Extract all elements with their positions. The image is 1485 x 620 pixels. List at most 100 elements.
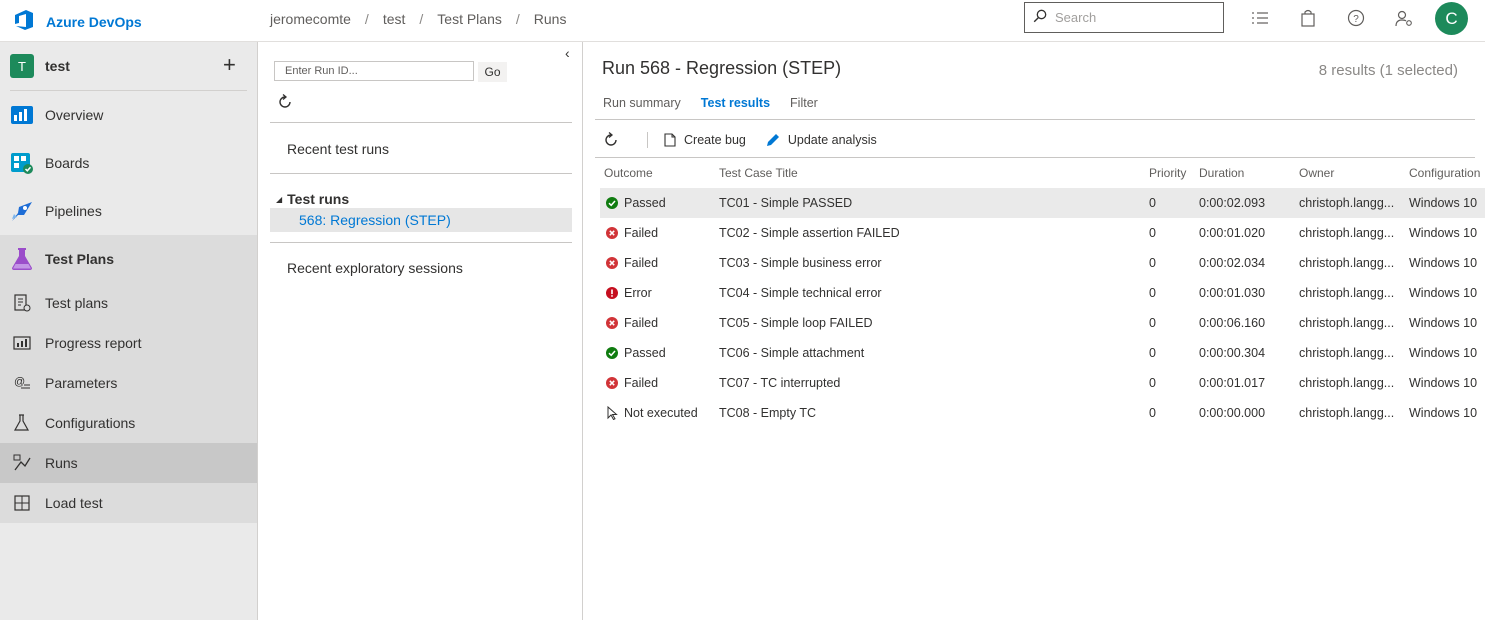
configuration-cell: Windows 10	[1409, 196, 1478, 210]
priority-cell: 0	[1149, 346, 1156, 360]
search-input[interactable]: Search	[1055, 10, 1096, 25]
column-header-outcome[interactable]: Outcome	[600, 166, 719, 180]
priority-cell: 0	[1149, 256, 1156, 270]
outcome-label: Failed	[624, 226, 659, 240]
pane-divider	[270, 242, 572, 243]
priority-cell: 0	[1149, 226, 1156, 240]
test-runs-header[interactable]: ◢ Test runs	[276, 191, 349, 207]
breadcrumb-org[interactable]: jeromecomte	[270, 11, 351, 27]
brand-name: Azure DevOps	[46, 13, 142, 30]
collapse-pane-icon[interactable]: ‹	[565, 45, 570, 61]
configuration-cell: Windows 10	[1409, 316, 1478, 330]
table-row[interactable]: Passed TC01 - Simple PASSED 0 0:00:02.093 ch…	[600, 188, 1485, 218]
nav-item-test-plans[interactable]: Test Plans	[0, 235, 257, 283]
plus-icon[interactable]: +	[223, 54, 236, 76]
tab-run-summary[interactable]: Run summary	[603, 96, 681, 110]
test-case-title-cell: TC03 - Simple business error	[719, 256, 882, 270]
outcome-label: Failed	[624, 376, 659, 390]
nav-item-overview[interactable]: Overview	[0, 91, 257, 139]
outcome-cell: Passed	[600, 346, 719, 360]
failed-icon	[604, 227, 620, 239]
passed-icon	[604, 347, 620, 359]
recent-test-runs-link[interactable]: Recent test runs	[287, 141, 389, 157]
search-icon	[1033, 9, 1047, 26]
subnav-item-parameters[interactable]: @ Parameters	[0, 363, 257, 403]
table-row[interactable]: Failed TC02 - Simple assertion FAILED 0 0:0…	[600, 218, 1485, 248]
outcome-cell: Error	[600, 286, 719, 300]
test-case-title-cell: TC01 - Simple PASSED	[719, 196, 853, 210]
search-box[interactable]: Search	[1024, 2, 1224, 33]
subnav-item-configurations[interactable]: Configurations	[0, 403, 257, 443]
nav-label: Test Plans	[45, 251, 114, 267]
breadcrumb-project[interactable]: test	[383, 11, 406, 27]
go-button[interactable]: Go	[478, 62, 507, 82]
failed-icon	[604, 317, 620, 329]
user-settings-icon[interactable]	[1394, 8, 1414, 28]
subnav-item-progress-report[interactable]: Progress report	[0, 323, 257, 363]
settings-list-icon[interactable]	[1250, 8, 1270, 28]
table-row[interactable]: Error TC04 - Simple technical error 0 0:00:…	[600, 278, 1485, 308]
brand[interactable]: Azure DevOps	[12, 8, 142, 35]
breadcrumb-page[interactable]: Runs	[534, 11, 567, 27]
load-test-icon	[12, 493, 32, 513]
breadcrumb: jeromecomte / test / Test Plans / Runs	[270, 11, 566, 27]
configurations-icon	[12, 413, 32, 433]
configuration-cell: Windows 10	[1409, 376, 1478, 390]
project-badge: T	[10, 54, 34, 78]
column-header-priority[interactable]: Priority	[1149, 166, 1199, 180]
selected-run-item[interactable]: 568: Regression (STEP)	[270, 208, 572, 232]
owner-cell: christoph.langg...	[1299, 406, 1395, 420]
refresh-button[interactable]	[603, 132, 627, 148]
outcome-label: Error	[624, 286, 652, 300]
priority-cell: 0	[1149, 286, 1156, 300]
run-id-input[interactable]: Enter Run ID...	[274, 61, 474, 81]
column-header-configuration[interactable]: Configuration	[1409, 166, 1485, 180]
help-icon[interactable]: ?	[1346, 8, 1366, 28]
subnav-label: Parameters	[45, 375, 118, 391]
table-row[interactable]: Failed TC05 - Simple loop FAILED 0 0:00:06.…	[600, 308, 1485, 338]
nav-label: Boards	[45, 155, 90, 171]
configuration-cell: Windows 10	[1409, 346, 1478, 360]
subnav-item-test-plans[interactable]: Test plans	[0, 283, 257, 323]
toolbar-divider	[647, 132, 648, 148]
table-row[interactable]: Failed TC07 - TC interrupted 0 0:00:01.017 c…	[600, 368, 1485, 398]
subnav-item-load-test[interactable]: Load test	[0, 483, 257, 523]
create-bug-button[interactable]: Create bug	[664, 133, 746, 147]
tab-filter[interactable]: Filter	[790, 96, 818, 110]
svg-text:?: ?	[1353, 14, 1359, 25]
pane-divider	[270, 173, 572, 174]
test-case-title-cell: TC07 - TC interrupted	[719, 376, 841, 390]
column-header-owner[interactable]: Owner	[1299, 166, 1409, 180]
column-header-title[interactable]: Test Case Title	[719, 166, 1149, 180]
nav-item-pipelines[interactable]: Pipelines	[0, 187, 257, 235]
duration-cell: 0:00:02.034	[1199, 256, 1266, 270]
table-row[interactable]: Passed TC06 - Simple attachment 0 0:00:00.3…	[600, 338, 1485, 368]
runs-pane: ‹ Enter Run ID... Go Recent test runs ◢ …	[258, 42, 583, 620]
duration-cell: 0:00:01.017	[1199, 376, 1266, 390]
pencil-icon	[766, 133, 780, 147]
pipelines-icon	[10, 199, 34, 223]
project-header[interactable]: T test +	[0, 42, 257, 90]
tab-test-results[interactable]: Test results	[701, 96, 770, 110]
avatar[interactable]: C	[1435, 2, 1468, 35]
nav-label: Overview	[45, 107, 104, 123]
test-case-title-cell: TC04 - Simple technical error	[719, 286, 882, 300]
test-case-title-cell: TC08 - Empty TC	[719, 406, 817, 420]
subnav-label: Load test	[45, 495, 103, 511]
nav-item-boards[interactable]: Boards	[0, 139, 257, 187]
column-header-duration[interactable]: Duration	[1199, 166, 1299, 180]
owner-cell: christoph.langg...	[1299, 316, 1395, 330]
breadcrumb-separator: /	[515, 11, 520, 27]
grid-body: Passed TC01 - Simple PASSED 0 0:00:02.093 ch…	[600, 188, 1485, 428]
breadcrumb-hub[interactable]: Test Plans	[437, 11, 502, 27]
test-case-title-cell: TC05 - Simple loop FAILED	[719, 316, 873, 330]
results-grid: Outcome Test Case Title Priority Duratio…	[600, 158, 1485, 428]
table-row[interactable]: Failed TC03 - Simple business error 0 0:00:…	[600, 248, 1485, 278]
subnav-item-runs[interactable]: Runs	[0, 443, 257, 483]
toolbar: Create bug Update analysis	[603, 132, 897, 148]
refresh-icon[interactable]	[277, 94, 293, 113]
recent-exploratory-sessions-link[interactable]: Recent exploratory sessions	[287, 260, 463, 276]
marketplace-bag-icon[interactable]	[1298, 8, 1318, 28]
update-analysis-button[interactable]: Update analysis	[766, 133, 877, 147]
table-row[interactable]: Not executed TC08 - Empty TC 0 0:00:00.000 c…	[600, 398, 1485, 428]
